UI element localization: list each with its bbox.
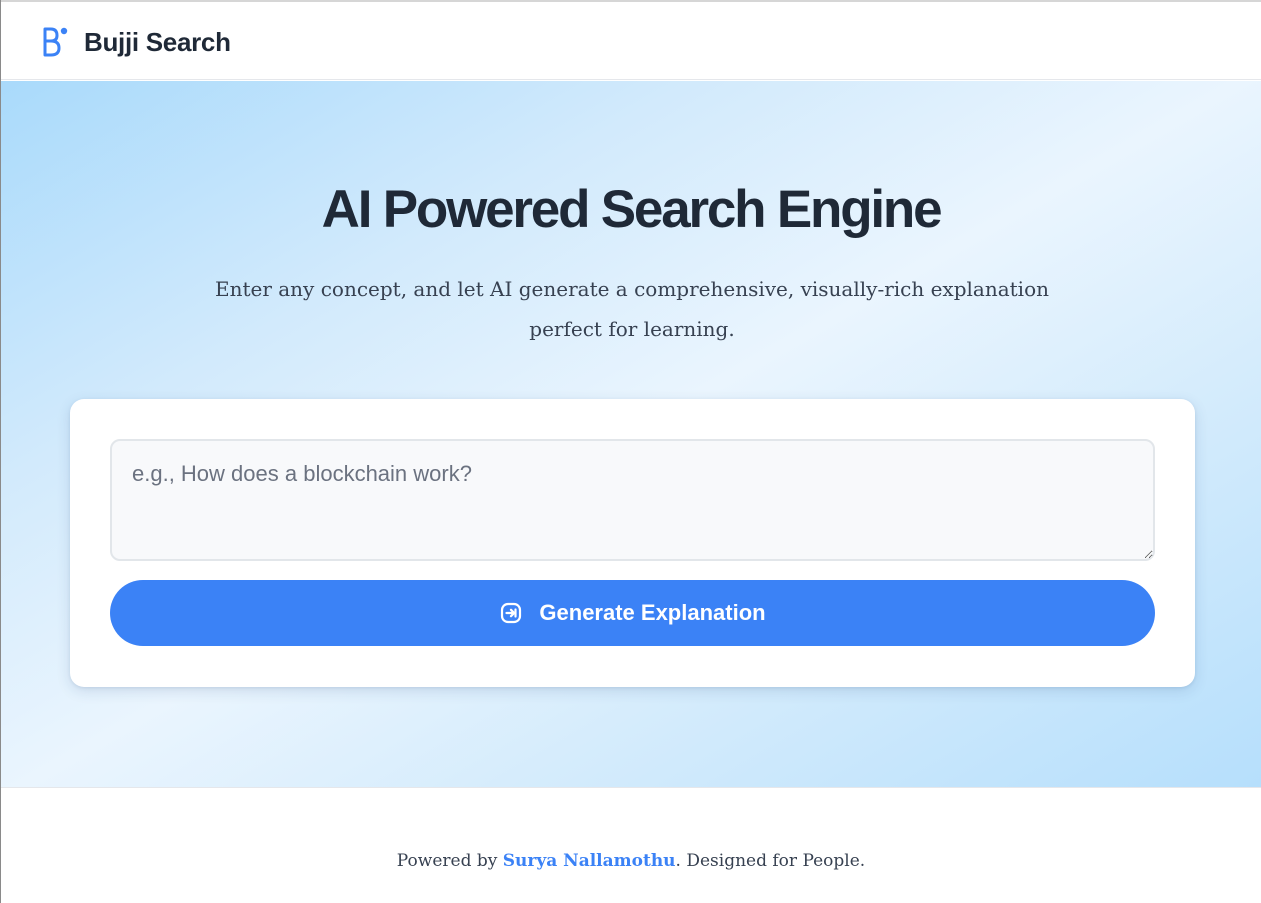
arrow-into-box-icon [499,601,523,625]
site-header: Bujji Search [1,2,1261,80]
generate-button-label: Generate Explanation [539,600,766,625]
footer-prefix: Powered by [396,851,503,871]
footer-credit: Powered by Surya Nallamothu. Designed fo… [1,849,1261,873]
hero-subtitle-line-2: perfect for learning. [529,317,735,341]
search-input[interactable] [110,439,1155,561]
site-footer: Powered by Surya Nallamothu. Designed fo… [1,787,1261,903]
bujji-logo-icon[interactable] [39,25,71,59]
brand-name[interactable]: Bujji Search [84,24,231,60]
hero-section: AI Powered Search Engine Enter any conce… [1,81,1261,787]
page-title: AI Powered Search Engine [321,180,943,239]
hero-subtitle-line-1: Enter any concept, and let AI generate a… [214,277,1049,301]
generate-explanation-button[interactable]: Generate Explanation [110,580,1155,646]
footer-suffix: . Designed for People. [675,851,866,871]
search-card: Generate Explanation [70,399,1195,687]
hero-subtitle: Enter any concept, and let AI generate a… [206,269,1058,349]
author-link[interactable]: Surya Nallamothu [503,851,676,871]
